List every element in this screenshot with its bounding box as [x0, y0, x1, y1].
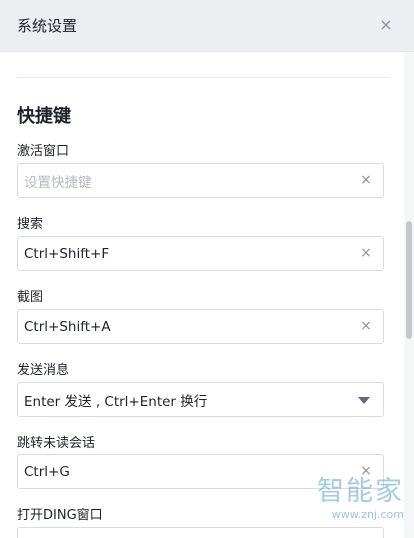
clear-icon[interactable]: ×: [359, 173, 373, 187]
shortcut-value: Ctrl+Shift+A: [24, 318, 111, 335]
label-search: 搜索: [17, 217, 44, 232]
shortcut-input-placeholder: 设置快捷键: [24, 174, 92, 191]
window-titlebar: 系统设置 ×: [0, 0, 414, 52]
label-screenshot: 截图: [17, 290, 44, 305]
window-title: 系统设置: [17, 17, 78, 35]
label-send-message: 发送消息: [17, 363, 70, 378]
label-open-ding: 打开DING窗口: [17, 508, 103, 523]
shortcut-input-activate-window[interactable]: 设置快捷键 ×: [17, 163, 384, 198]
send-message-select[interactable]: Enter 发送 , Ctrl+Enter 换行: [17, 382, 384, 417]
clear-icon[interactable]: ×: [359, 319, 373, 333]
shortcut-input-screenshot[interactable]: Ctrl+Shift+A ×: [17, 309, 384, 344]
select-value: Enter 发送 , Ctrl+Enter 换行: [24, 393, 208, 410]
divider: [17, 77, 390, 78]
settings-content: 快捷键 激活窗口 设置快捷键 × 搜索 Ctrl+Shift+F × 截图 Ct…: [0, 52, 404, 538]
scrollbar-thumb[interactable]: [406, 221, 412, 339]
label-activate-window: 激活窗口: [17, 144, 70, 159]
clear-icon[interactable]: ×: [359, 464, 373, 478]
shortcut-input-jump-unread[interactable]: Ctrl+G ×: [17, 454, 384, 489]
clear-icon[interactable]: ×: [359, 246, 373, 260]
caret-down-icon[interactable]: [358, 397, 370, 404]
shortcut-input-search[interactable]: Ctrl+Shift+F ×: [17, 236, 384, 271]
shortcut-input-open-ding[interactable]: [17, 527, 384, 538]
section-title-shortcuts: 快捷键: [17, 106, 71, 127]
shortcut-value: Ctrl+Shift+F: [24, 245, 110, 262]
label-jump-unread: 跳转未读会话: [17, 436, 96, 451]
close-icon[interactable]: ×: [378, 17, 394, 33]
shortcut-value: Ctrl+G: [24, 463, 70, 480]
